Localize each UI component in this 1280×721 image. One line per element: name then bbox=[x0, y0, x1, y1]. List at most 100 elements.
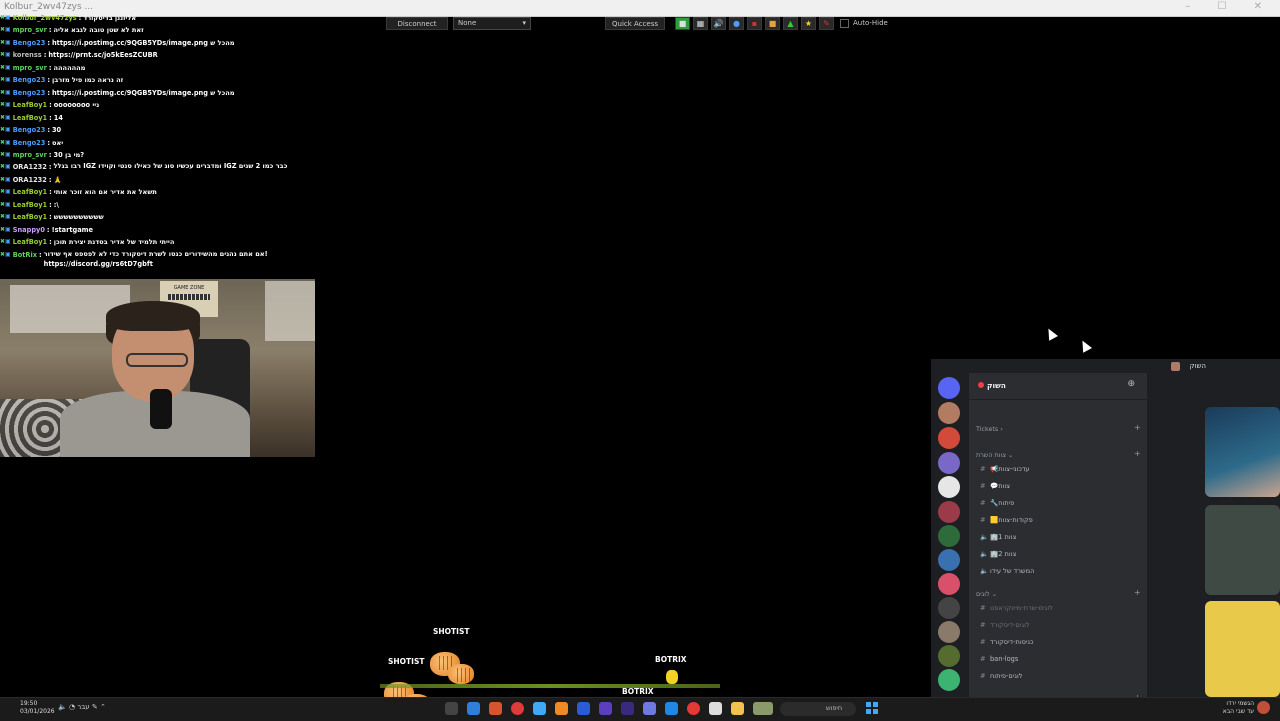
server-icon[interactable] bbox=[938, 621, 960, 643]
auto-hide-toggle[interactable]: Auto-Hide bbox=[840, 17, 888, 30]
news-avatar-icon[interactable] bbox=[1257, 701, 1270, 714]
server-icon[interactable] bbox=[938, 525, 960, 547]
taskbar-app-icon[interactable] bbox=[577, 702, 590, 715]
tray-language[interactable]: עבר bbox=[77, 703, 89, 711]
chat-separator: : bbox=[49, 200, 52, 209]
chat-message: ✖▣ Kolbur_2wv47zys : אליוננן בדיסקורד bbox=[0, 12, 320, 24]
chat-badge-icon: ✖▣ bbox=[0, 163, 11, 171]
add-channel-icon[interactable]: + bbox=[1134, 449, 1141, 458]
channel-item[interactable]: # 🟨פקודות-צוות bbox=[980, 516, 1033, 524]
chevron-up-icon[interactable]: ⌃ bbox=[100, 703, 106, 711]
channel-label: 💬צוות bbox=[990, 482, 1011, 490]
channel-category[interactable]: Tickets › bbox=[976, 425, 1003, 433]
channel-label: 🏢צוות 2 bbox=[990, 550, 1017, 558]
taskbar-app-icon[interactable] bbox=[731, 702, 744, 715]
chevron-down-icon: ▾ bbox=[522, 19, 526, 27]
pen-icon[interactable]: ✎ bbox=[92, 703, 98, 711]
chat-separator: : bbox=[48, 26, 52, 35]
chat-separator: : bbox=[48, 175, 52, 184]
quick-access-button[interactable]: Quick Access bbox=[605, 17, 665, 30]
hash-icon: # bbox=[980, 621, 986, 629]
news-line-1: הגשמי ירדו bbox=[1226, 700, 1254, 707]
chat-username: Kolbur_2wv47zys bbox=[12, 14, 77, 22]
channel-item[interactable]: # לוגים-פיתוח bbox=[980, 672, 1023, 680]
taskbar-app-icon[interactable] bbox=[511, 702, 524, 715]
chat-username: Snappy0 bbox=[12, 225, 45, 234]
channel-item[interactable]: # 💬צוות bbox=[980, 482, 1010, 490]
window-controls[interactable]: – ☐ ✕ bbox=[1185, 1, 1274, 12]
server-icon[interactable] bbox=[938, 645, 960, 667]
video-tile[interactable] bbox=[1205, 407, 1280, 497]
server-icon[interactable] bbox=[938, 669, 960, 691]
video-tile[interactable] bbox=[1205, 601, 1280, 697]
server-icon[interactable] bbox=[938, 501, 960, 523]
server-icon[interactable] bbox=[938, 597, 960, 619]
taskbar-clock[interactable]: 19:50 03/01/2026 bbox=[20, 700, 55, 716]
channel-item[interactable]: 🔈 🏢צוות 1 bbox=[980, 533, 1016, 541]
taskbar-search[interactable]: חיפוש bbox=[780, 702, 856, 716]
drop-icon[interactable]: ● bbox=[729, 17, 744, 30]
tiger-sprite-icon bbox=[448, 664, 474, 684]
scene-select[interactable]: None ▾ bbox=[453, 17, 531, 30]
green-square-icon[interactable]: ■ bbox=[675, 17, 690, 30]
taskbar-app-icon[interactable] bbox=[489, 702, 502, 715]
auto-hide-checkbox[interactable] bbox=[840, 18, 849, 28]
channel-category[interactable]: לוגים ⌄ bbox=[976, 590, 997, 598]
record-icon[interactable]: ▪ bbox=[747, 17, 762, 30]
channel-item[interactable]: # לוגים-שרת-מיינקראפט bbox=[980, 604, 1053, 612]
server-icon[interactable] bbox=[938, 427, 960, 449]
chat-text: https://prnt.sc/jo5kEesZCUBR bbox=[48, 51, 158, 60]
chat-separator: : bbox=[47, 88, 50, 97]
server-icon[interactable] bbox=[938, 402, 960, 424]
taskbar-app-icon[interactable] bbox=[643, 702, 656, 715]
taskbar-app-icon[interactable] bbox=[687, 702, 700, 715]
add-member-icon[interactable]: ⊕ bbox=[1127, 379, 1135, 389]
chat-text: זאת לא שטן טובה לגבא אליה bbox=[53, 26, 144, 35]
windows-start-icon[interactable] bbox=[866, 702, 878, 714]
chat-message: ✖▣ LeafBoy1 : שששששששששש bbox=[0, 211, 320, 223]
taskbar-app-icon[interactable] bbox=[533, 702, 546, 715]
add-channel-icon[interactable]: + bbox=[1134, 588, 1141, 597]
taskbar-app-icon[interactable] bbox=[621, 702, 634, 715]
discord-home-icon[interactable] bbox=[938, 377, 960, 399]
channel-item[interactable]: # ban-logs bbox=[980, 655, 1018, 663]
speaker-icon[interactable]: 🔊 bbox=[711, 17, 726, 30]
taskbar-app-icon[interactable] bbox=[555, 702, 568, 715]
channel-item[interactable]: 🔈 המשרד של עידו bbox=[980, 567, 1034, 575]
taskbar-app-icon[interactable] bbox=[599, 702, 612, 715]
folder-icon[interactable]: ■ bbox=[765, 17, 780, 30]
server-icon[interactable] bbox=[938, 549, 960, 571]
wifi-icon[interactable]: ◔ bbox=[69, 703, 75, 711]
server-header[interactable]: השוק ⊕ bbox=[969, 373, 1147, 400]
taskbar-app-icon[interactable] bbox=[753, 702, 773, 715]
grid-icon[interactable]: ▦ bbox=[693, 17, 708, 30]
disconnect-button[interactable]: Disconnect bbox=[386, 17, 448, 30]
channel-category[interactable]: צוות השרת ⌄ bbox=[976, 451, 1013, 459]
channel-item[interactable]: # 📢עדכוני-צוות bbox=[980, 465, 1030, 473]
taskbar-app-icon[interactable] bbox=[665, 702, 678, 715]
video-tile[interactable] bbox=[1205, 505, 1280, 595]
hash-icon: # bbox=[980, 465, 986, 473]
channel-item[interactable]: 🔈 🏢צוות 2 bbox=[980, 550, 1016, 558]
taskbar-app-icon[interactable] bbox=[709, 702, 722, 715]
chat-separator: : bbox=[49, 113, 52, 122]
taskbar-app-icon[interactable] bbox=[445, 702, 458, 715]
taskbar-app-icon[interactable] bbox=[467, 702, 480, 715]
star-icon[interactable]: ★ bbox=[801, 17, 816, 30]
system-tray[interactable]: 🔈 ◔ עבר ✎ ⌃ bbox=[58, 703, 106, 711]
server-icon[interactable] bbox=[938, 452, 960, 474]
pikachu-sprite-icon bbox=[666, 670, 678, 684]
channel-item[interactable]: # לוגים-דיסקורד bbox=[980, 621, 1030, 629]
channel-item[interactable]: # כניסות-דיסקורד bbox=[980, 638, 1034, 646]
tree-icon[interactable]: ▲ bbox=[783, 17, 798, 30]
add-channel-icon[interactable]: + bbox=[1134, 423, 1141, 432]
discord-window: השוק השוק ⊕ Tickets › + צוות השרת ⌄ + # 📢עדכו… bbox=[931, 359, 1280, 697]
news-widget[interactable]: הגשמי ירדו עד שבי הבא bbox=[1196, 700, 1254, 716]
chat-username: LeafBoy1 bbox=[12, 101, 48, 110]
server-icon[interactable] bbox=[938, 573, 960, 595]
server-icon[interactable] bbox=[938, 476, 960, 498]
pen-icon[interactable]: ✎ bbox=[819, 17, 834, 30]
channel-item[interactable]: # 🔧פיתוח bbox=[980, 499, 1014, 507]
chat-username: LeafBoy1 bbox=[12, 188, 48, 197]
speaker-icon[interactable]: 🔈 bbox=[58, 703, 67, 711]
